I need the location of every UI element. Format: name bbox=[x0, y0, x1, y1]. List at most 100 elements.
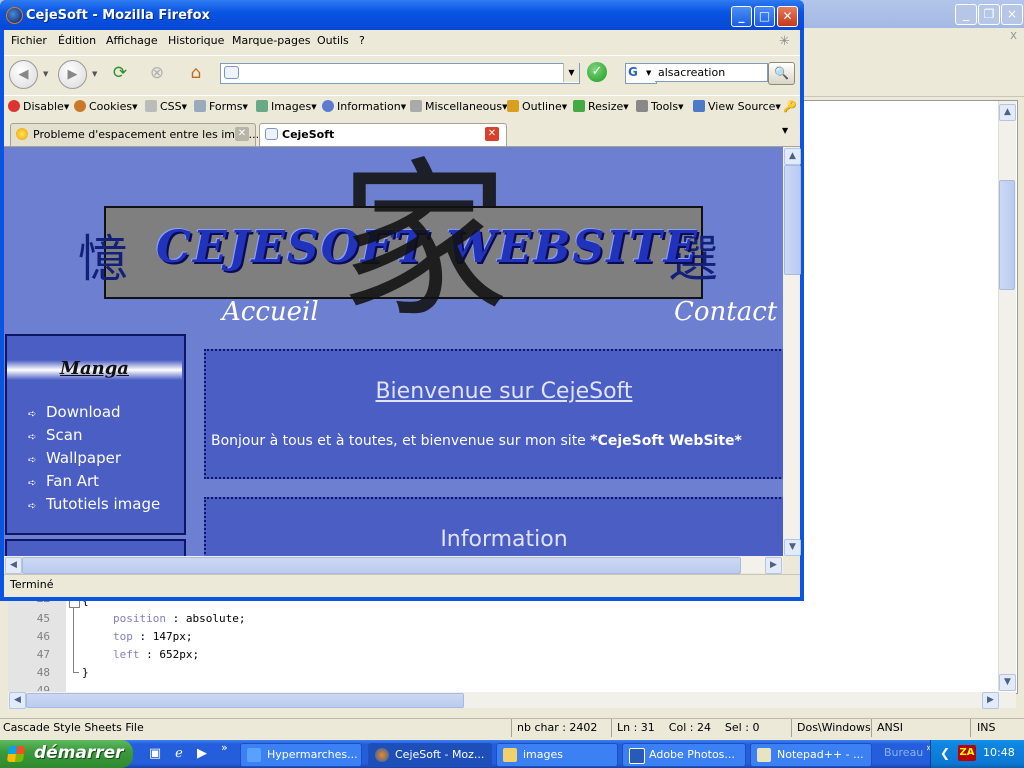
menu-marque-pages[interactable]: Marque-pages bbox=[232, 34, 310, 47]
taskbar-item-images[interactable]: images bbox=[496, 743, 618, 767]
search-icon[interactable]: 🔍 bbox=[768, 62, 795, 85]
zonealarm-icon[interactable]: ZA bbox=[958, 745, 976, 761]
kanji-left: 憶 bbox=[78, 230, 128, 288]
stop-icon[interactable]: ⊗ bbox=[144, 60, 170, 86]
taskbar-item-notepad[interactable]: Notepad++ - ... bbox=[750, 743, 872, 767]
search-input[interactable] bbox=[655, 63, 768, 82]
scroll-left-icon[interactable]: ◀ bbox=[9, 692, 26, 709]
close-button[interactable]: ✕ bbox=[777, 6, 798, 27]
go-icon[interactable]: ✓ bbox=[587, 62, 607, 82]
menu-historique[interactable]: Historique bbox=[168, 34, 224, 47]
notepad-vscroll-thumb[interactable] bbox=[999, 180, 1015, 290]
tab-cejesoft[interactable]: CejeSoft ✕ bbox=[259, 123, 507, 146]
forward-icon[interactable]: ▶ bbox=[58, 60, 87, 89]
quicklaunch-ie-icon[interactable]: ℯ bbox=[171, 746, 187, 762]
reload-icon[interactable]: ⟳ bbox=[107, 60, 133, 86]
code-line[interactable]: top : 147px; bbox=[113, 630, 192, 643]
notepad-hscroll-thumb[interactable] bbox=[26, 693, 464, 708]
scroll-up-icon[interactable]: ▲ bbox=[999, 104, 1016, 121]
arrow-bullet-icon: ➪ bbox=[28, 478, 37, 489]
menu-outils[interactable]: Outils bbox=[317, 34, 349, 47]
wd-outline-menu[interactable]: Outline▼ bbox=[507, 100, 567, 113]
taskbar-item-cejesoft[interactable]: CejeSoft - Moz... bbox=[368, 743, 492, 767]
notepad-close-button[interactable]: × bbox=[1001, 4, 1023, 25]
wd-cookies-menu[interactable]: Cookies▼ bbox=[74, 100, 137, 113]
back-history-dropdown-icon[interactable]: ▼ bbox=[43, 70, 48, 78]
tab-list-dropdown-icon[interactable]: ▼ bbox=[782, 126, 788, 135]
code-line[interactable]: left : 652px; bbox=[113, 648, 199, 661]
wd-tools-menu[interactable]: Tools▼ bbox=[636, 100, 684, 113]
sidebar-item-fan-art[interactable]: ➪ Fan Art bbox=[28, 472, 99, 490]
scroll-down-icon[interactable]: ▼ bbox=[999, 674, 1016, 691]
sidebar-item-scan[interactable]: ➪ Scan bbox=[28, 426, 82, 444]
notepad-doc-close-icon[interactable]: x bbox=[1010, 28, 1017, 42]
url-bar[interactable] bbox=[220, 63, 580, 84]
minimize-button[interactable]: _ bbox=[731, 6, 752, 27]
quicklaunch-desktop-icon[interactable]: ▣ bbox=[147, 746, 163, 762]
wd-information-menu[interactable]: Information▼ bbox=[322, 100, 406, 113]
cookies-icon bbox=[74, 100, 86, 112]
tab-probleme-espacement[interactable]: Probleme d'espacement entre les imag... … bbox=[10, 123, 260, 146]
notepad-minimize-button[interactable]: _ bbox=[955, 4, 977, 25]
sidebar-item-tutotiels-image[interactable]: ➪ Tutotiels image bbox=[28, 495, 160, 513]
scroll-right-icon[interactable]: ▶ bbox=[982, 692, 999, 709]
menu-fichier[interactable]: Fichier bbox=[11, 34, 47, 47]
back-icon[interactable]: ◀ bbox=[9, 60, 38, 89]
wd-options-icon[interactable]: 🔑 bbox=[783, 100, 797, 113]
menu-edition[interactable]: Édition bbox=[58, 34, 96, 47]
line-number: 49 bbox=[36, 684, 50, 691]
wd-miscellaneous-menu[interactable]: Miscellaneous▼ bbox=[410, 100, 508, 113]
firefox-icon[interactable] bbox=[6, 7, 23, 24]
wd-resize-menu[interactable]: Resize▼ bbox=[573, 100, 629, 113]
scroll-up-icon[interactable]: ▲ bbox=[784, 148, 801, 165]
taskbar-item-hypermarches[interactable]: Hypermarches... bbox=[240, 743, 362, 767]
wd-view-source-menu[interactable]: View Source▼ bbox=[693, 100, 781, 113]
menu-affichage[interactable]: Affichage bbox=[106, 34, 158, 47]
page-favicon-icon bbox=[265, 128, 278, 140]
taskbar-item-photoshop[interactable]: Adobe Photos... bbox=[622, 743, 746, 767]
wd-forms-menu[interactable]: Forms▼ bbox=[194, 100, 248, 113]
nav-link-accueil[interactable]: Accueil bbox=[222, 297, 319, 327]
line-number: 46 bbox=[36, 630, 50, 643]
dropdown-caret-icon: ▼ bbox=[678, 103, 684, 111]
tools-icon bbox=[636, 100, 648, 112]
nav-link-contact[interactable]: Contact bbox=[674, 297, 777, 327]
scroll-down-icon[interactable]: ▼ bbox=[784, 539, 801, 556]
scroll-left-icon[interactable]: ◀ bbox=[5, 557, 22, 574]
sidebar-item-wallpaper[interactable]: ➪ Wallpaper bbox=[28, 449, 121, 467]
status-text: Terminé bbox=[10, 578, 54, 591]
start-button[interactable]: démarrer bbox=[0, 740, 133, 768]
tab-close-icon[interactable]: ✕ bbox=[485, 127, 499, 141]
welcome-text-body: Bonjour à tous et à toutes, et bienvenue… bbox=[211, 433, 591, 449]
code-line[interactable]: } bbox=[82, 666, 89, 679]
sidebar-item-download[interactable]: ➪ Download bbox=[28, 403, 121, 421]
dropdown-caret-icon: ▼ bbox=[311, 103, 317, 111]
maximize-button[interactable]: □ bbox=[754, 6, 775, 27]
scroll-right-icon[interactable]: ▶ bbox=[765, 557, 782, 574]
search-engine-dropdown-icon[interactable]: ▼ bbox=[646, 69, 651, 77]
page-vscroll-thumb[interactable] bbox=[784, 165, 801, 275]
insert-mode-label: INS bbox=[977, 721, 996, 734]
quicklaunch-more-icon[interactable]: » bbox=[221, 741, 228, 754]
code-line[interactable]: position : absolute; bbox=[113, 612, 245, 625]
start-label: démarrer bbox=[34, 743, 124, 763]
wd-images-menu[interactable]: Images▼ bbox=[256, 100, 317, 113]
tab-label: Probleme d'espacement entre les imag... bbox=[33, 128, 260, 141]
url-dropdown-icon[interactable]: ▼ bbox=[563, 63, 579, 82]
sidebar-title: Manga bbox=[60, 358, 129, 379]
tray-expand-icon[interactable]: ❮ bbox=[940, 746, 950, 760]
home-icon[interactable]: ⌂ bbox=[183, 60, 209, 86]
wd-resize-label: Resize bbox=[588, 100, 624, 113]
menu-help[interactable]: ? bbox=[359, 34, 365, 47]
quicklaunch-media-player-icon[interactable]: ▶ bbox=[194, 746, 210, 762]
wd-css-menu[interactable]: CSS▼ bbox=[145, 100, 187, 113]
tab-close-icon[interactable]: ✕ bbox=[235, 127, 249, 141]
tab-label: CejeSoft bbox=[282, 128, 335, 141]
css-value: : 147px; bbox=[132, 630, 193, 643]
desktop-toolbar-label[interactable]: Bureau bbox=[884, 746, 923, 759]
page-hscroll-thumb[interactable] bbox=[22, 557, 741, 574]
notepad-restore-button[interactable]: ❐ bbox=[978, 4, 1000, 25]
line-number: 48 bbox=[36, 666, 50, 679]
forward-history-dropdown-icon[interactable]: ▼ bbox=[92, 70, 97, 78]
wd-disable-menu[interactable]: Disable▼ bbox=[8, 100, 69, 113]
